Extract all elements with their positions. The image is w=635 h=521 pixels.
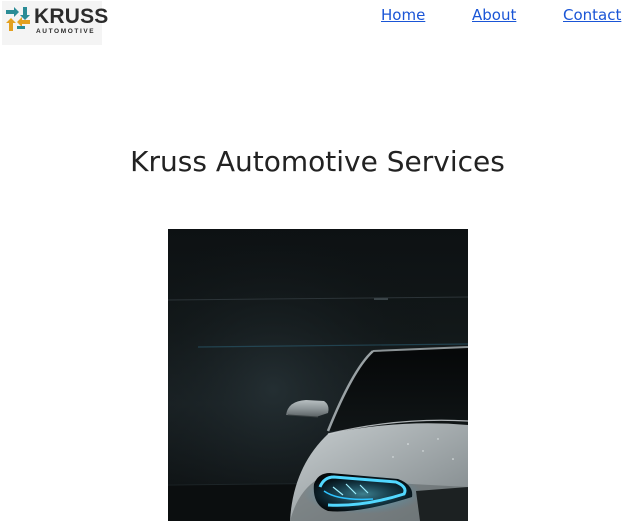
page: KRUSS AUTOMOTIVE Home About Contact Krus… xyxy=(0,0,635,521)
nav-link-home[interactable]: Home xyxy=(381,5,425,25)
main-nav: Home About Contact xyxy=(0,5,635,27)
nav-link-about[interactable]: About xyxy=(472,5,516,25)
nav-link-contact[interactable]: Contact xyxy=(563,5,621,25)
hero-car-image xyxy=(168,229,468,521)
page-title: Kruss Automotive Services xyxy=(130,145,505,178)
logo-subtitle: AUTOMOTIVE xyxy=(36,28,96,35)
